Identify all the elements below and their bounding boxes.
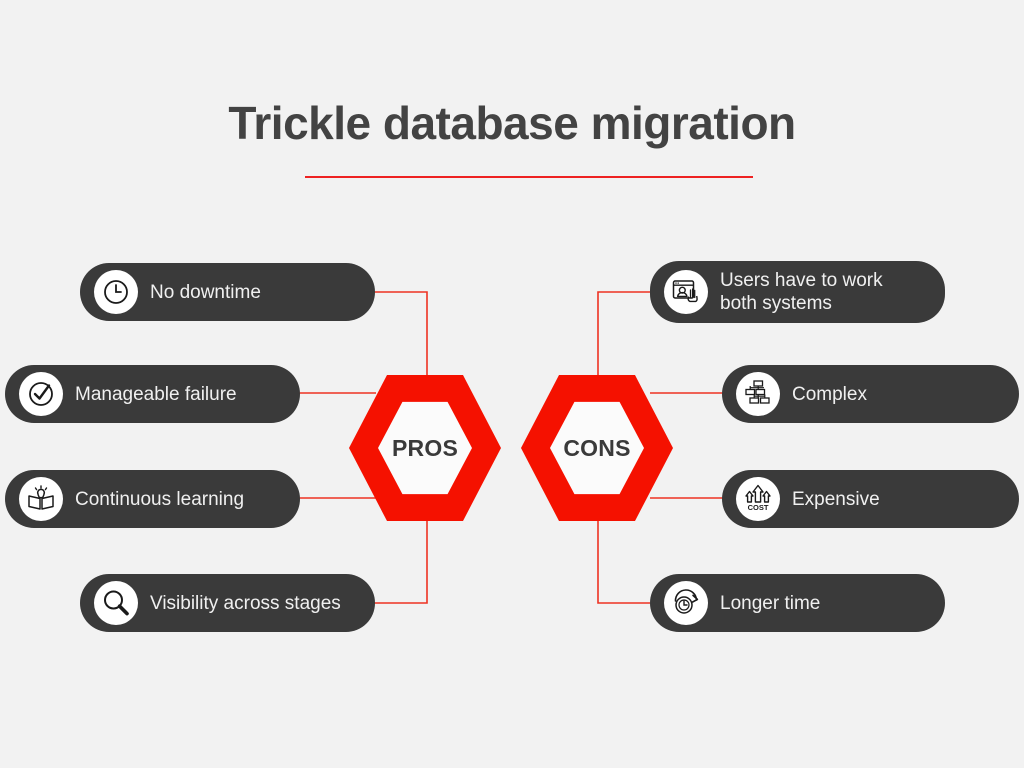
pros-item-no-downtime[interactable]: No downtime bbox=[80, 263, 375, 321]
user-window-icon bbox=[664, 270, 708, 314]
pros-item-label: Manageable failure bbox=[75, 383, 237, 405]
magnifier-icon bbox=[94, 581, 138, 625]
cons-item-longer-time[interactable]: Longer time bbox=[650, 574, 945, 632]
svg-text:COST: COST bbox=[748, 503, 769, 512]
cons-item-users-both-systems[interactable]: Users have to work both systems bbox=[650, 261, 945, 323]
pros-item-label: Continuous learning bbox=[75, 488, 245, 510]
title-underline-rule bbox=[305, 176, 753, 178]
page-title: Trickle database migration bbox=[228, 97, 796, 149]
cons-item-complex[interactable]: Complex bbox=[722, 365, 1019, 423]
network-nodes-icon bbox=[736, 372, 780, 416]
clock-icon bbox=[94, 270, 138, 314]
cost-arrows-icon: COST bbox=[736, 477, 780, 521]
slide-canvas: Trickle database migration No downtime M… bbox=[0, 0, 1024, 768]
check-circle-icon bbox=[19, 372, 63, 416]
pros-item-label: Visibility across stages bbox=[150, 592, 341, 614]
cons-item-expensive[interactable]: COST Expensive bbox=[722, 470, 1019, 528]
pros-item-continuous-learning[interactable]: Continuous learning bbox=[5, 470, 300, 528]
pros-hub[interactable]: PROS bbox=[349, 372, 501, 524]
cons-hub-label: CONS bbox=[563, 434, 631, 461]
pros-item-manageable-failure[interactable]: Manageable failure bbox=[5, 365, 300, 423]
pros-hub-label: PROS bbox=[392, 434, 458, 461]
cons-item-label: Longer time bbox=[720, 592, 821, 614]
book-lightbulb-icon bbox=[19, 477, 63, 521]
pros-item-label: No downtime bbox=[150, 281, 261, 303]
clock-arrow-icon bbox=[664, 581, 708, 625]
cons-item-label: Expensive bbox=[792, 488, 880, 510]
cons-item-label: Users have to work both systems bbox=[720, 270, 883, 314]
pros-item-visibility-across-stages[interactable]: Visibility across stages bbox=[80, 574, 375, 632]
cons-hub[interactable]: CONS bbox=[521, 372, 673, 524]
cons-item-label: Complex bbox=[792, 383, 867, 405]
